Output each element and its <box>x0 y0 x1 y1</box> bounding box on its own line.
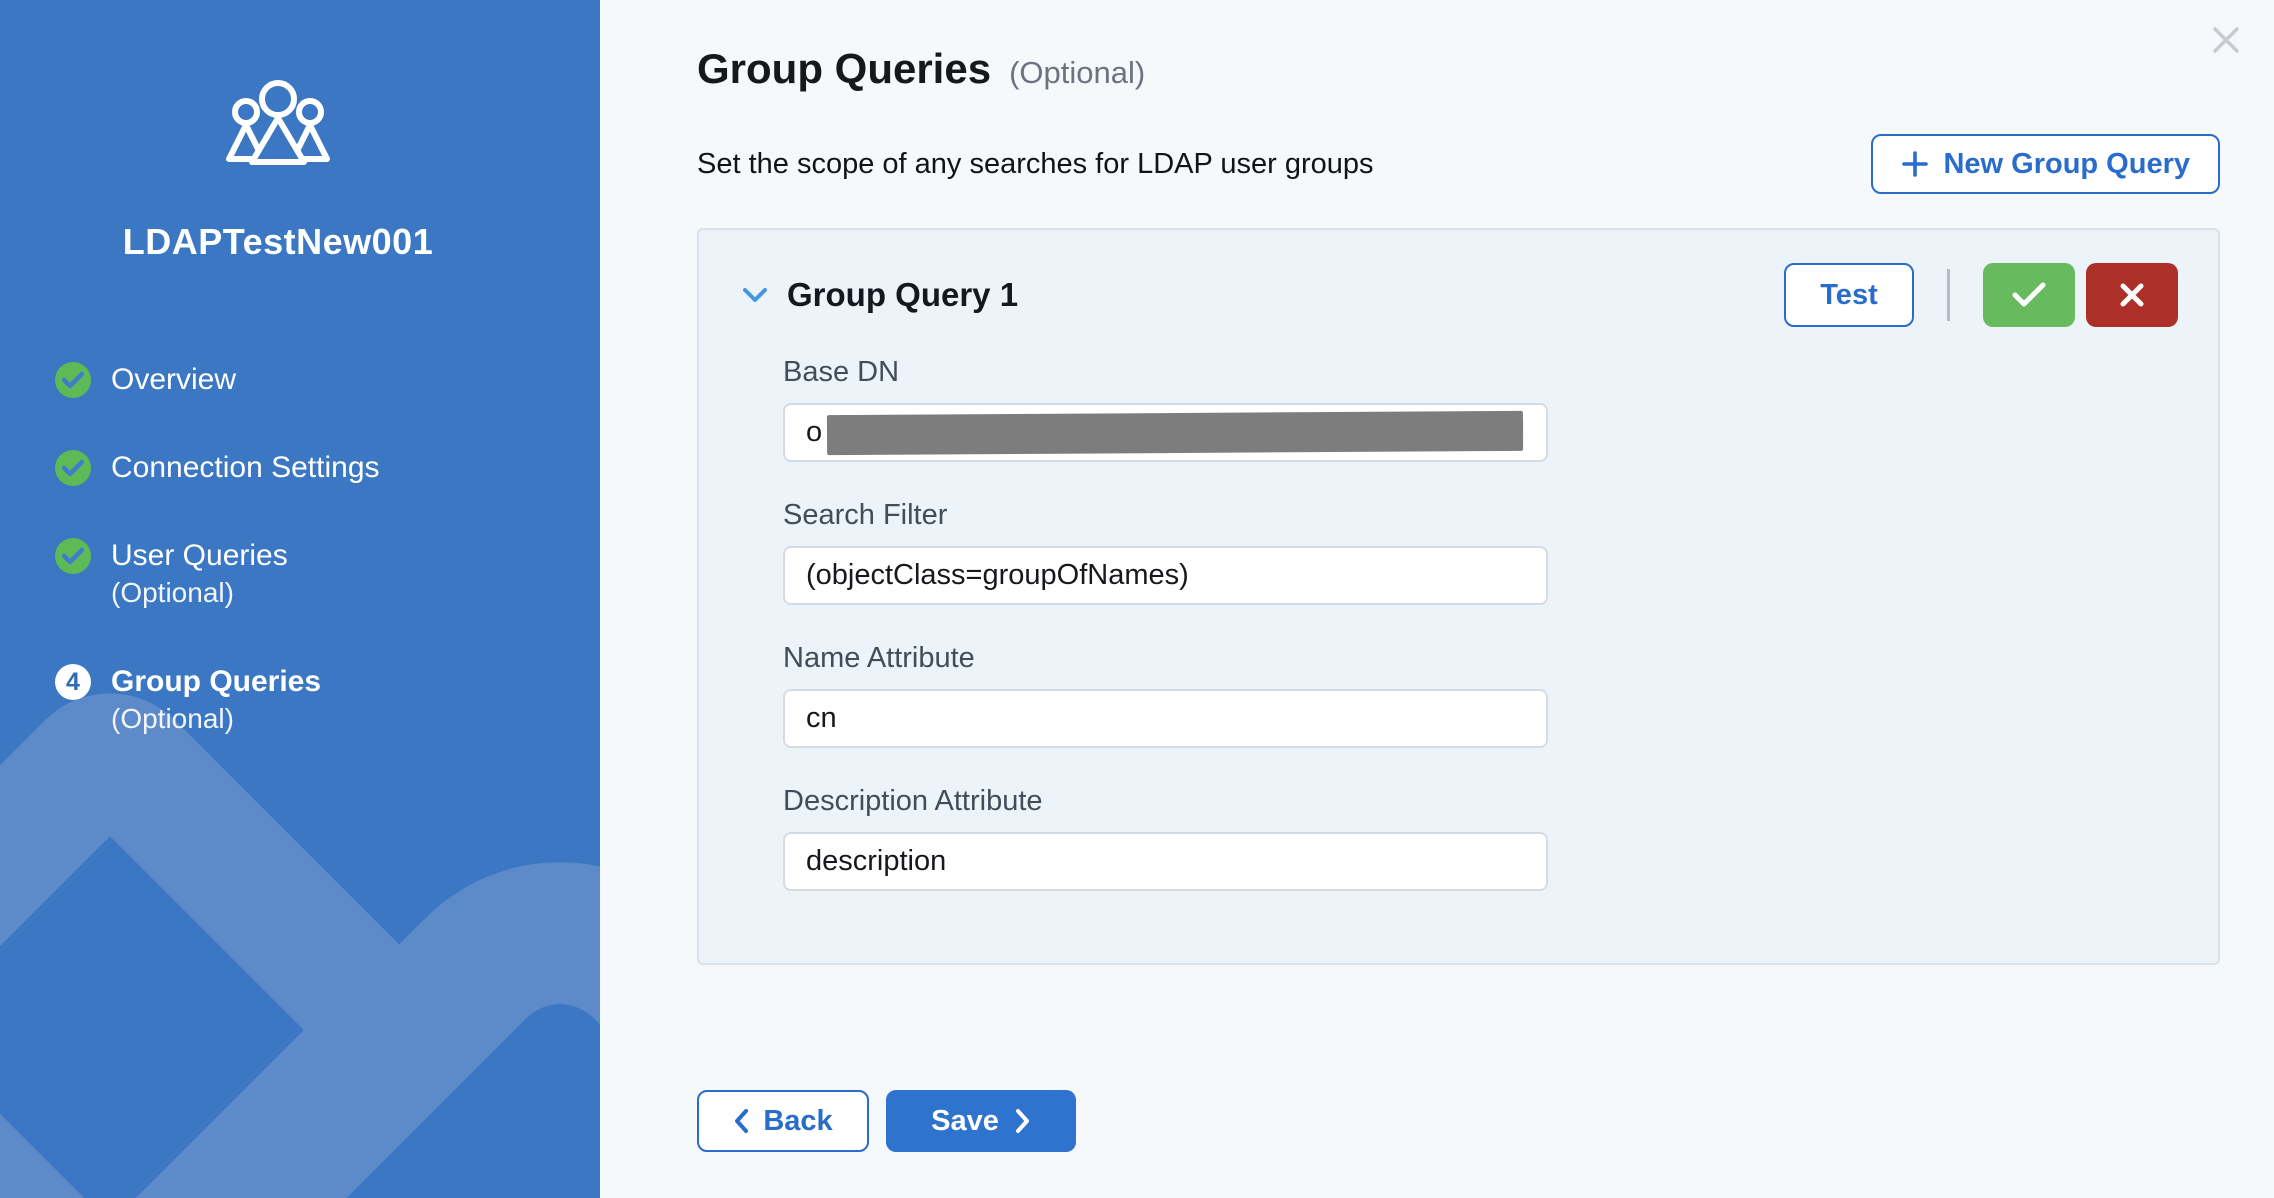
user-group-icon <box>0 76 556 173</box>
collapse-chevron-button[interactable] <box>739 283 771 307</box>
actions-divider <box>1947 269 1950 321</box>
sidebar-step-group-queries[interactable]: 4 Group Queries (Optional) <box>55 664 556 738</box>
connection-brand: LDAPTestNew001 <box>0 0 556 264</box>
plus-icon <box>1901 150 1929 178</box>
step-label: Connection Settings <box>111 450 380 486</box>
step-optional-tag: (Optional) <box>111 700 321 738</box>
group-query-title: Group Query 1 <box>787 276 1018 314</box>
redaction-bar <box>827 410 1523 454</box>
back-button[interactable]: Back <box>697 1090 869 1152</box>
base-dn-label: Base DN <box>783 355 1548 389</box>
chevron-left-icon <box>733 1108 749 1134</box>
page-subtitle: Set the scope of any searches for LDAP u… <box>697 148 1374 181</box>
step-complete-check-icon <box>55 538 91 574</box>
sidebar-step-connection-settings[interactable]: Connection Settings <box>55 450 556 486</box>
wizard-sidebar: LDAPTestNew001 Overview Connection Setti… <box>0 0 600 1198</box>
sidebar-step-overview[interactable]: Overview <box>55 362 556 398</box>
description-attribute-label: Description Attribute <box>783 784 1548 818</box>
group-queries-panel: Group Queries (Optional) Set the scope o… <box>600 0 2274 1198</box>
close-button[interactable] <box>2204 18 2248 62</box>
step-label: Overview <box>111 362 236 398</box>
step-label: User Queries <box>111 538 288 574</box>
new-group-query-label: New Group Query <box>1943 148 2190 181</box>
chevron-down-icon <box>741 285 769 305</box>
page-title: Group Queries <box>697 44 991 94</box>
new-group-query-button[interactable]: New Group Query <box>1871 134 2220 194</box>
base-dn-value-prefix: o <box>806 416 822 449</box>
delete-query-button[interactable] <box>2086 263 2178 327</box>
step-complete-check-icon <box>55 362 91 398</box>
description-attribute-input[interactable] <box>783 832 1548 891</box>
wizard-steps: Overview Connection Settings User Querie… <box>0 362 556 790</box>
save-label: Save <box>931 1105 999 1138</box>
step-number-badge: 4 <box>55 664 91 700</box>
search-filter-input[interactable] <box>783 546 1548 605</box>
base-dn-input[interactable]: o d <box>783 403 1548 462</box>
confirm-query-button[interactable] <box>1983 263 2075 327</box>
delete-x-icon <box>2119 282 2145 308</box>
test-button[interactable]: Test <box>1784 263 1914 327</box>
name-attribute-input[interactable] <box>783 689 1548 748</box>
step-label: Group Queries <box>111 664 321 700</box>
back-label: Back <box>763 1105 832 1138</box>
step-optional-tag: (Optional) <box>111 574 288 612</box>
group-query-card: Group Query 1 Test <box>697 228 2220 965</box>
confirm-check-icon <box>2012 282 2046 308</box>
save-button[interactable]: Save <box>886 1090 1076 1152</box>
name-attribute-label: Name Attribute <box>783 641 1548 675</box>
connection-name: LDAPTestNew001 <box>0 220 556 264</box>
sidebar-step-user-queries[interactable]: User Queries (Optional) <box>55 538 556 612</box>
chevron-right-icon <box>1015 1108 1031 1134</box>
search-filter-label: Search Filter <box>783 498 1548 532</box>
page-title-optional: (Optional) <box>1009 55 1145 91</box>
close-icon <box>2208 22 2244 58</box>
ldap-setup-modal: { "sidebar": { "connection_name": "LDAPT… <box>0 0 2274 1198</box>
step-complete-check-icon <box>55 450 91 486</box>
